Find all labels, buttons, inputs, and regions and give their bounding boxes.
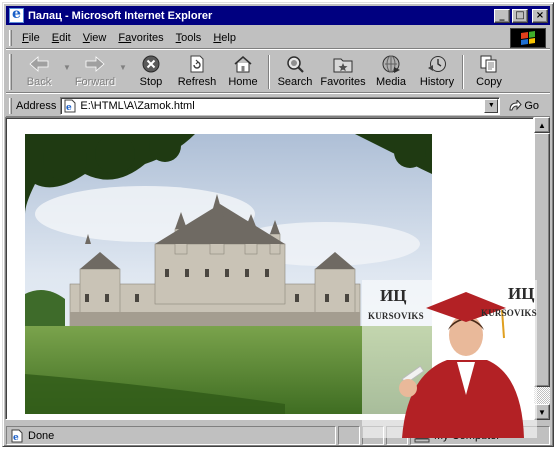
copy-button[interactable]: Copy <box>466 51 512 91</box>
forward-dropdown-icon[interactable]: ▼ <box>118 51 128 91</box>
home-icon <box>232 54 254 74</box>
watermark-logo-right: ИЦ <box>508 284 535 303</box>
refresh-label: Refresh <box>177 76 217 88</box>
watermark-brand-right: KURSOVIKS <box>481 308 537 318</box>
menu-file-rest: ile <box>28 31 40 44</box>
history-icon <box>426 54 448 74</box>
maximize-button[interactable]: □ <box>512 8 528 23</box>
refresh-icon <box>186 54 208 74</box>
copy-label: Copy <box>476 76 502 88</box>
toolbar-separator <box>268 55 270 89</box>
search-icon <box>284 54 306 74</box>
status-main-pane: e Done <box>6 426 336 445</box>
menu-edit-rest: dit <box>59 31 71 44</box>
refresh-button[interactable]: Refresh <box>174 51 220 91</box>
menu-help-rest: elp <box>221 31 236 44</box>
menu-file[interactable]: File <box>16 32 46 44</box>
standard-toolbar: Back ▼ Forward ▼ Stop Refresh Home Searc… <box>6 51 550 93</box>
scroll-up-button[interactable]: ▲ <box>534 117 550 133</box>
ie-icon[interactable] <box>9 6 24 23</box>
watermark-overlay: ИЦ KURSOVIKS ИЦ KURSOVIKS <box>362 280 552 438</box>
address-label: Address <box>16 99 57 112</box>
history-button[interactable]: History <box>414 51 460 91</box>
menu-view-key: V <box>82 31 90 44</box>
copy-icon <box>478 54 500 74</box>
toolbar-separator-2 <box>462 55 464 89</box>
menu-file-key: F <box>22 31 29 44</box>
status-text: Done <box>28 429 55 442</box>
address-input[interactable] <box>80 99 485 112</box>
media-label: Media <box>376 76 406 88</box>
go-arrow-icon <box>509 99 523 110</box>
menu-edit-key: E <box>51 31 60 44</box>
media-button[interactable]: Media <box>368 51 414 91</box>
address-field[interactable]: e ▼ <box>60 96 501 115</box>
minimize-button[interactable]: _ <box>494 8 510 23</box>
close-button[interactable]: × <box>532 8 548 23</box>
forward-arrow-icon <box>84 54 106 74</box>
status-pane-blank-1 <box>338 426 360 445</box>
history-label: History <box>419 76 455 88</box>
menu-grip[interactable] <box>9 29 12 46</box>
menu-favorites[interactable]: Favorites <box>112 32 169 44</box>
windows-flag-icon <box>521 31 535 45</box>
stop-icon <box>140 54 162 74</box>
svg-text:e: e <box>13 433 19 443</box>
menu-tools[interactable]: Tools <box>170 32 208 44</box>
menu-tools-rest: ools <box>181 31 202 44</box>
menu-favorites-rest: vorites <box>131 31 164 44</box>
svg-text:e: e <box>66 103 72 113</box>
title-bar[interactable]: Палац - Microsoft Internet Explorer _ □ … <box>6 6 550 25</box>
forward-label: Forward <box>74 76 116 88</box>
menu-edit[interactable]: Edit <box>46 32 77 44</box>
home-button[interactable]: Home <box>220 51 266 91</box>
address-bar: Address e ▼ Go <box>6 95 550 117</box>
windows-logo <box>510 28 546 48</box>
back-arrow-icon <box>28 54 50 74</box>
back-label: Back <box>26 76 52 88</box>
menu-help[interactable]: Help <box>207 32 242 44</box>
stop-button[interactable]: Stop <box>128 51 174 91</box>
html-page-icon: e <box>63 99 77 113</box>
address-grip[interactable] <box>9 97 12 114</box>
favorites-label: Favorites <box>320 76 366 88</box>
favorites-folder-icon <box>332 54 354 74</box>
watermark-logo-left: ИЦ <box>380 286 407 305</box>
back-button[interactable]: Back <box>16 51 62 91</box>
search-label: Search <box>277 76 313 88</box>
window-title: Палац - Microsoft Internet Explorer <box>28 9 213 22</box>
go-label: Go <box>524 99 540 112</box>
address-dropdown-button[interactable]: ▼ <box>484 98 499 113</box>
menu-view[interactable]: View <box>77 32 113 44</box>
forward-button[interactable]: Forward <box>72 51 118 91</box>
home-label: Home <box>228 76 258 88</box>
menu-view-rest: iew <box>89 31 107 44</box>
menu-favorites-key: Fa <box>118 31 132 44</box>
media-icon <box>380 54 402 74</box>
go-button[interactable]: Go <box>508 99 540 112</box>
favorites-button[interactable]: Favorites <box>318 51 368 91</box>
stop-label: Stop <box>139 76 163 88</box>
toolbar-grip[interactable] <box>9 54 12 90</box>
menu-bar: File Edit View Favorites Tools Help <box>6 27 550 49</box>
watermark-brand-left: KURSOVIKS <box>368 311 424 321</box>
search-button[interactable]: Search <box>272 51 318 91</box>
back-dropdown-icon[interactable]: ▼ <box>62 51 72 91</box>
page-done-icon: e <box>11 429 23 443</box>
